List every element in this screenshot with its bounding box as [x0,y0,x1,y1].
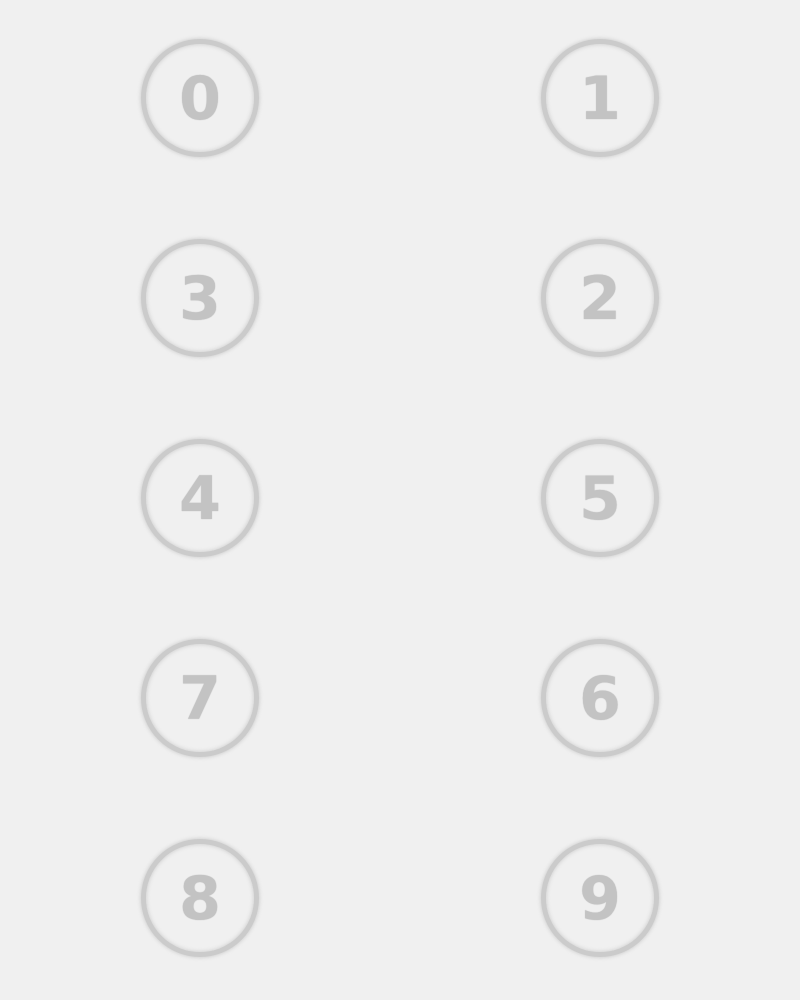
number-button-0[interactable]: 0 [141,39,259,157]
number-label-4: 4 [179,464,221,534]
number-button-7[interactable]: 7 [141,639,259,757]
number-board: 0 1 3 2 4 5 7 6 8 9 [0,0,800,1000]
number-button-4[interactable]: 4 [141,439,259,557]
number-button-8[interactable]: 8 [141,839,259,957]
number-label-0: 0 [179,64,221,134]
number-button-6[interactable]: 6 [541,639,659,757]
number-label-6: 6 [579,664,621,734]
number-button-1[interactable]: 1 [541,39,659,157]
number-label-9: 9 [579,864,621,934]
number-label-2: 2 [579,264,621,334]
number-label-7: 7 [179,664,221,734]
number-label-3: 3 [179,264,221,334]
number-label-8: 8 [179,864,221,934]
number-button-2[interactable]: 2 [541,239,659,357]
number-label-5: 5 [579,464,621,534]
number-label-1: 1 [579,64,621,134]
number-button-9[interactable]: 9 [541,839,659,957]
number-button-5[interactable]: 5 [541,439,659,557]
number-button-3[interactable]: 3 [141,239,259,357]
